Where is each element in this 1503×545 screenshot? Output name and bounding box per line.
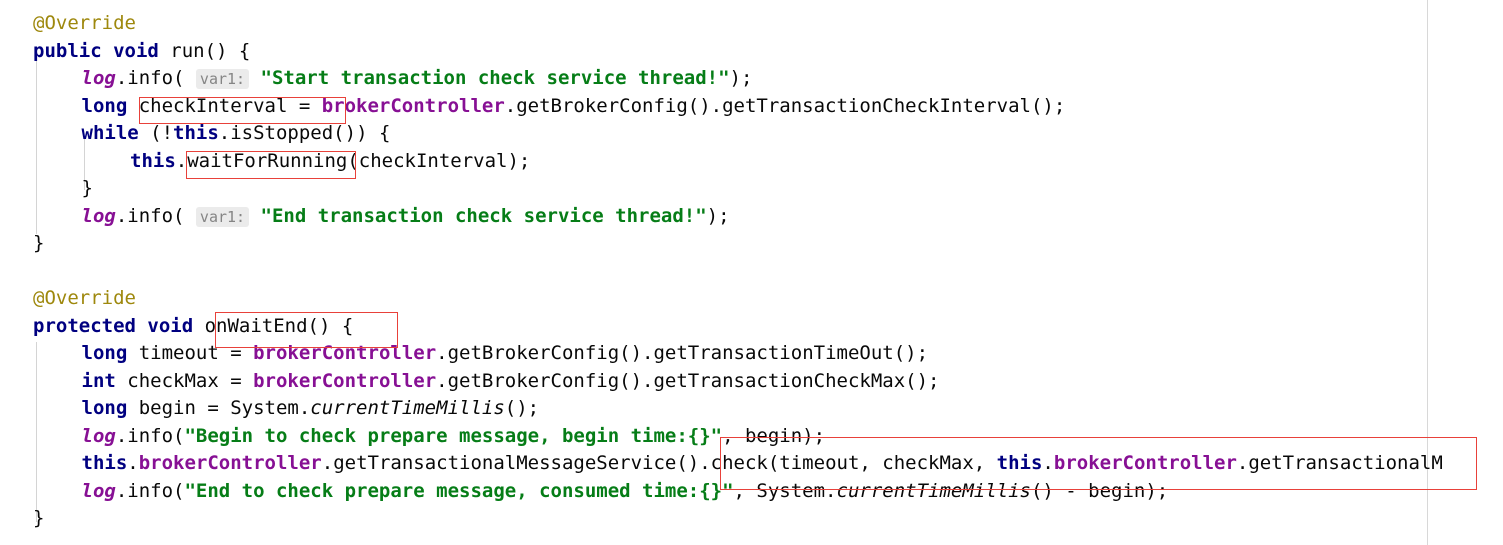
- code-token: "Start transaction check service thread!…: [260, 67, 730, 89]
- code-line[interactable]: public void run() {: [0, 38, 250, 66]
- code-line[interactable]: }: [0, 175, 93, 203]
- code-token: checkInterval =: [127, 94, 322, 117]
- code-token: log: [81, 67, 116, 89]
- code-token: .isStopped()) {: [218, 122, 391, 144]
- code-line[interactable]: protected void onWaitEnd() {: [0, 313, 353, 341]
- code-token: ();: [504, 397, 540, 419]
- code-token: "Begin to check prepare message, begin t…: [184, 424, 723, 447]
- code-token: log: [81, 479, 116, 502]
- code-token: .info(: [115, 67, 185, 89]
- code-line[interactable]: long checkInterval = brokerController.ge…: [0, 93, 1066, 121]
- code-token: .waitForRunning(checkInterval);: [175, 149, 531, 172]
- code-line[interactable]: }: [0, 505, 44, 533]
- code-token: this: [173, 122, 219, 144]
- code-token: .info(: [115, 204, 185, 227]
- code-line[interactable]: log.info("End to check prepare message, …: [0, 478, 1169, 506]
- code-token: (!: [138, 122, 174, 144]
- code-token: .info(: [115, 424, 185, 447]
- code-token: .getTransactionalM: [1236, 452, 1443, 474]
- code-token: while: [81, 122, 139, 144]
- code-token: , System.: [733, 479, 837, 502]
- code-token: brokerController: [253, 342, 437, 364]
- code-line[interactable]: [0, 258, 33, 286]
- code-line[interactable]: long begin = System.currentTimeMillis();: [0, 395, 540, 423]
- code-editor[interactable]: @Override public void run() {log.info( va…: [0, 0, 1503, 545]
- code-token: "End to check prepare message, consumed …: [184, 479, 734, 502]
- code-line[interactable]: log.info("Begin to check prepare message…: [0, 423, 826, 451]
- inlay-parameter-hint: var1:: [195, 206, 250, 227]
- code-token: run() {: [158, 39, 251, 62]
- code-line[interactable]: long timeout = brokerController.getBroke…: [0, 340, 929, 368]
- code-token: currentTimeMillis: [836, 479, 1031, 502]
- code-token: void: [147, 314, 194, 337]
- code-token: timeout =: [127, 342, 254, 364]
- code-token: brokerController: [253, 369, 437, 392]
- code-token: this: [81, 452, 128, 474]
- code-token: brokerController: [1053, 452, 1237, 474]
- code-token: , begin);: [722, 424, 826, 447]
- code-token: brokerController: [138, 452, 322, 474]
- code-token: protected: [33, 314, 136, 337]
- code-line[interactable]: @Override: [0, 10, 136, 38]
- code-token: log: [81, 204, 116, 227]
- code-token: long: [81, 397, 128, 419]
- code-token: long: [81, 94, 128, 117]
- code-line[interactable]: }: [0, 230, 44, 258]
- code-token: .getBrokerConfig().getTransactionCheckMa…: [436, 369, 940, 392]
- code-token: }: [81, 177, 93, 199]
- code-token: brokerController: [321, 94, 505, 117]
- code-token: log: [81, 424, 116, 447]
- code-token: public: [33, 39, 102, 62]
- code-token: "End transaction check service thread!": [260, 204, 707, 227]
- code-token: .getBrokerConfig().getTransactionCheckIn…: [504, 94, 1066, 117]
- code-token: int: [81, 369, 116, 392]
- code-token: }: [33, 507, 45, 529]
- code-token: () - begin);: [1030, 479, 1169, 502]
- code-line[interactable]: @Override: [0, 285, 136, 313]
- code-token: onWaitEnd() {: [193, 314, 354, 337]
- code-token: long: [81, 342, 128, 364]
- code-token: .: [1042, 452, 1054, 474]
- code-token: currentTimeMillis: [310, 397, 505, 419]
- code-token: );: [729, 67, 753, 89]
- code-token: this: [130, 149, 176, 172]
- code-token: void: [113, 39, 159, 62]
- code-token: .getTransactionalMessageService().check(…: [321, 452, 997, 474]
- code-line[interactable]: log.info( var1: "Start transaction check…: [0, 65, 752, 93]
- code-line[interactable]: this.waitForRunning(checkInterval);: [0, 148, 530, 176]
- code-line[interactable]: int checkMax = brokerController.getBroke…: [0, 368, 940, 396]
- code-token: this: [996, 452, 1043, 474]
- code-token: checkMax =: [115, 369, 254, 392]
- code-token: .getBrokerConfig().getTransactionTimeOut…: [436, 342, 929, 364]
- code-line[interactable]: log.info( var1: "End transaction check s…: [0, 203, 730, 231]
- code-token: .: [127, 452, 139, 474]
- code-token: @Override: [33, 287, 136, 309]
- inlay-parameter-hint: var1:: [195, 69, 250, 89]
- code-token: .info(: [115, 479, 185, 502]
- code-line[interactable]: while (!this.isStopped()) {: [0, 120, 391, 148]
- code-token: @Override: [33, 12, 136, 34]
- code-line[interactable]: this.brokerController.getTransactionalMe…: [0, 450, 1443, 478]
- code-token: );: [706, 204, 730, 227]
- code-token: begin = System.: [127, 397, 311, 419]
- code-token: }: [33, 232, 45, 254]
